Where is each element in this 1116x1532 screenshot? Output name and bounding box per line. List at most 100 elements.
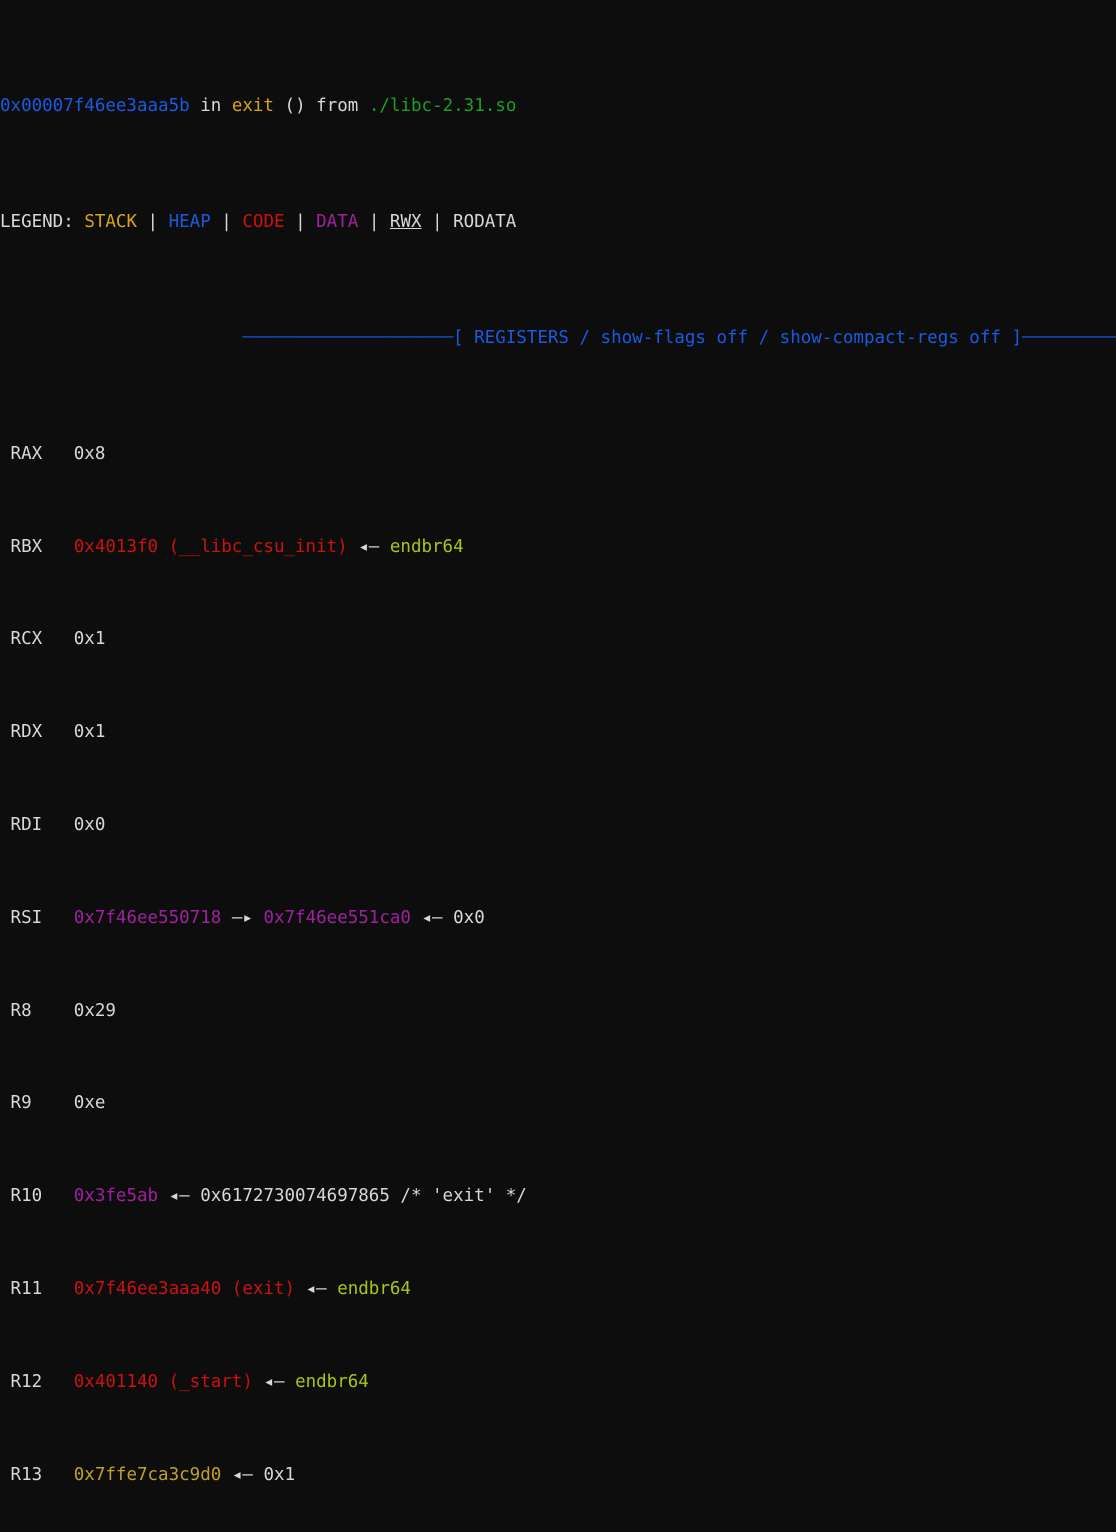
r12-sp2 — [285, 1372, 296, 1392]
r10-gap — [42, 1186, 74, 1206]
register-name-r12: R12 — [10, 1371, 43, 1392]
r13-sp2 — [253, 1465, 264, 1485]
status-parens: () — [284, 95, 306, 116]
rbx-arrow-icon: ◂— — [358, 536, 380, 557]
r11-pad — [0, 1279, 11, 1299]
register-row-rbx: RBX 0x4013f0 (__libc_csu_init) ◂— endbr6… — [0, 536, 1116, 559]
legend-sp0 — [74, 212, 85, 232]
register-row-r8: R8 0x29 — [0, 1000, 1116, 1023]
rsi-sp2 — [253, 908, 264, 928]
register-row-r9: R9 0xe — [0, 1092, 1116, 1115]
register-value-rbx: 0x4013f0 (__libc_csu_init) — [73, 536, 348, 557]
r8-gap — [32, 1001, 74, 1021]
status-space4 — [306, 96, 317, 116]
register-row-rcx: RCX 0x1 — [0, 628, 1116, 651]
legend-line: LEGEND: STACK | HEAP | CODE | DATA | RWX… — [0, 211, 1116, 234]
r11-arrow-icon: ◂— — [305, 1278, 327, 1299]
register-value-r12: 0x401140 (_start) — [73, 1371, 253, 1392]
registers-rule-left: ──────────────────── — [0, 327, 454, 348]
r12-sp — [253, 1372, 264, 1392]
register-row-r11: R11 0x7f46ee3aaa40 (exit) ◂— endbr64 — [0, 1278, 1116, 1301]
legend-sep-4: | — [358, 211, 390, 232]
register-name-r8: R8 — [10, 1000, 32, 1021]
register-value-rdi: 0x0 — [73, 815, 106, 835]
rdx-pad — [0, 722, 11, 742]
r9-gap — [32, 1093, 74, 1113]
rsi-pad — [0, 908, 11, 928]
register-extra-r10: 0x6172730074697865 /* 'exit' */ — [200, 1186, 527, 1207]
rsi-arrow2-icon: ◂— — [421, 907, 443, 928]
register-name-r13: R13 — [10, 1464, 43, 1485]
register-name-r11: R11 — [10, 1278, 43, 1299]
legend-item-rwx: RWX — [389, 211, 422, 232]
rdi-pad — [0, 815, 11, 835]
r13-sp — [221, 1465, 232, 1485]
register-extra-r12: endbr64 — [295, 1371, 369, 1392]
register-value-r8: 0x29 — [73, 1000, 116, 1021]
register-value-r10: 0x3fe5ab — [73, 1186, 159, 1207]
r12-arrow-icon: ◂— — [263, 1371, 285, 1392]
r10-pad — [0, 1186, 11, 1206]
rax-pad — [0, 444, 11, 464]
legend-sep-1: | — [137, 211, 169, 232]
rbx-pad — [0, 537, 11, 557]
r11-gap — [42, 1279, 74, 1299]
status-in-keyword: in — [200, 95, 222, 116]
register-value-rax: 0x8 — [73, 443, 106, 464]
status-address: 0x00007f46ee3aaa5b — [0, 95, 190, 116]
register-extra-r11: endbr64 — [337, 1278, 411, 1299]
r12-pad — [0, 1372, 11, 1392]
rsi-sp4 — [443, 908, 454, 928]
r10-sp2 — [190, 1186, 201, 1206]
status-space1 — [190, 96, 201, 116]
r10-arrow-icon: ◂— — [168, 1186, 190, 1207]
legend-item-data: DATA — [316, 211, 359, 232]
register-name-rsi: RSI — [10, 907, 43, 928]
legend-sep-2: | — [210, 211, 243, 232]
register-value-rdx: 0x1 — [73, 722, 106, 743]
register-row-r12: R12 0x401140 (_start) ◂— endbr64 — [0, 1371, 1116, 1394]
register-extra-rsi: 0x7f46ee551ca0 — [263, 907, 411, 928]
rbx-sp2 — [379, 537, 390, 557]
rsi-arrow-icon: —▸ — [231, 907, 253, 928]
r13-arrow-icon: ◂— — [231, 1464, 253, 1485]
status-space3 — [274, 96, 285, 116]
status-space2 — [221, 96, 232, 116]
legend-sep-3: | — [284, 211, 317, 232]
rsi-sp — [221, 908, 232, 928]
register-name-rax: RAX — [10, 443, 43, 464]
legend-item-code: CODE — [242, 211, 285, 232]
rsi-gap — [42, 908, 74, 928]
register-row-rax: RAX 0x8 — [0, 443, 1116, 466]
register-name-rbx: RBX — [10, 536, 43, 557]
registers-rule-right: ────────────── — [1022, 327, 1116, 348]
registers-header-title: [ REGISTERS / show-flags off / show-comp… — [453, 327, 1022, 348]
register-name-rdi: RDI — [10, 815, 43, 835]
r9-pad — [0, 1093, 11, 1113]
register-value-r11: 0x7f46ee3aaa40 (exit) — [73, 1278, 296, 1299]
register-row-rsi: RSI 0x7f46ee550718 —▸ 0x7f46ee551ca0 ◂— … — [0, 907, 1116, 930]
legend-item-rodata: RODATA — [453, 211, 517, 232]
status-line: 0x00007f46ee3aaa5b in exit () from ./lib… — [0, 95, 1116, 118]
rbx-sp — [348, 537, 359, 557]
register-row-rdx: RDX 0x1 — [0, 721, 1116, 744]
status-function: exit — [231, 95, 274, 116]
status-module: ./libc-2.31.so — [368, 95, 517, 116]
r11-sp2 — [327, 1279, 338, 1299]
r12-gap — [42, 1372, 74, 1392]
r11-sp — [295, 1279, 306, 1299]
legend-item-stack: STACK — [84, 211, 137, 232]
register-extra2-rsi: 0x0 — [453, 907, 485, 928]
rdx-gap — [42, 722, 74, 742]
register-name-rdx: RDX — [10, 722, 43, 743]
register-row-r13: R13 0x7ffe7ca3c9d0 ◂— 0x1 — [0, 1464, 1116, 1487]
r8-pad — [0, 1001, 11, 1021]
status-space5 — [358, 96, 369, 116]
rdi-gap — [42, 815, 74, 835]
terminal-screen[interactable]: 0x00007f46ee3aaa5b in exit () from ./lib… — [0, 0, 1116, 1532]
rcx-gap — [42, 629, 74, 649]
register-name-rcx: RCX — [10, 629, 43, 650]
rax-gap — [42, 444, 74, 464]
register-name-r9: R9 — [10, 1093, 32, 1114]
legend-item-heap: HEAP — [168, 211, 211, 232]
